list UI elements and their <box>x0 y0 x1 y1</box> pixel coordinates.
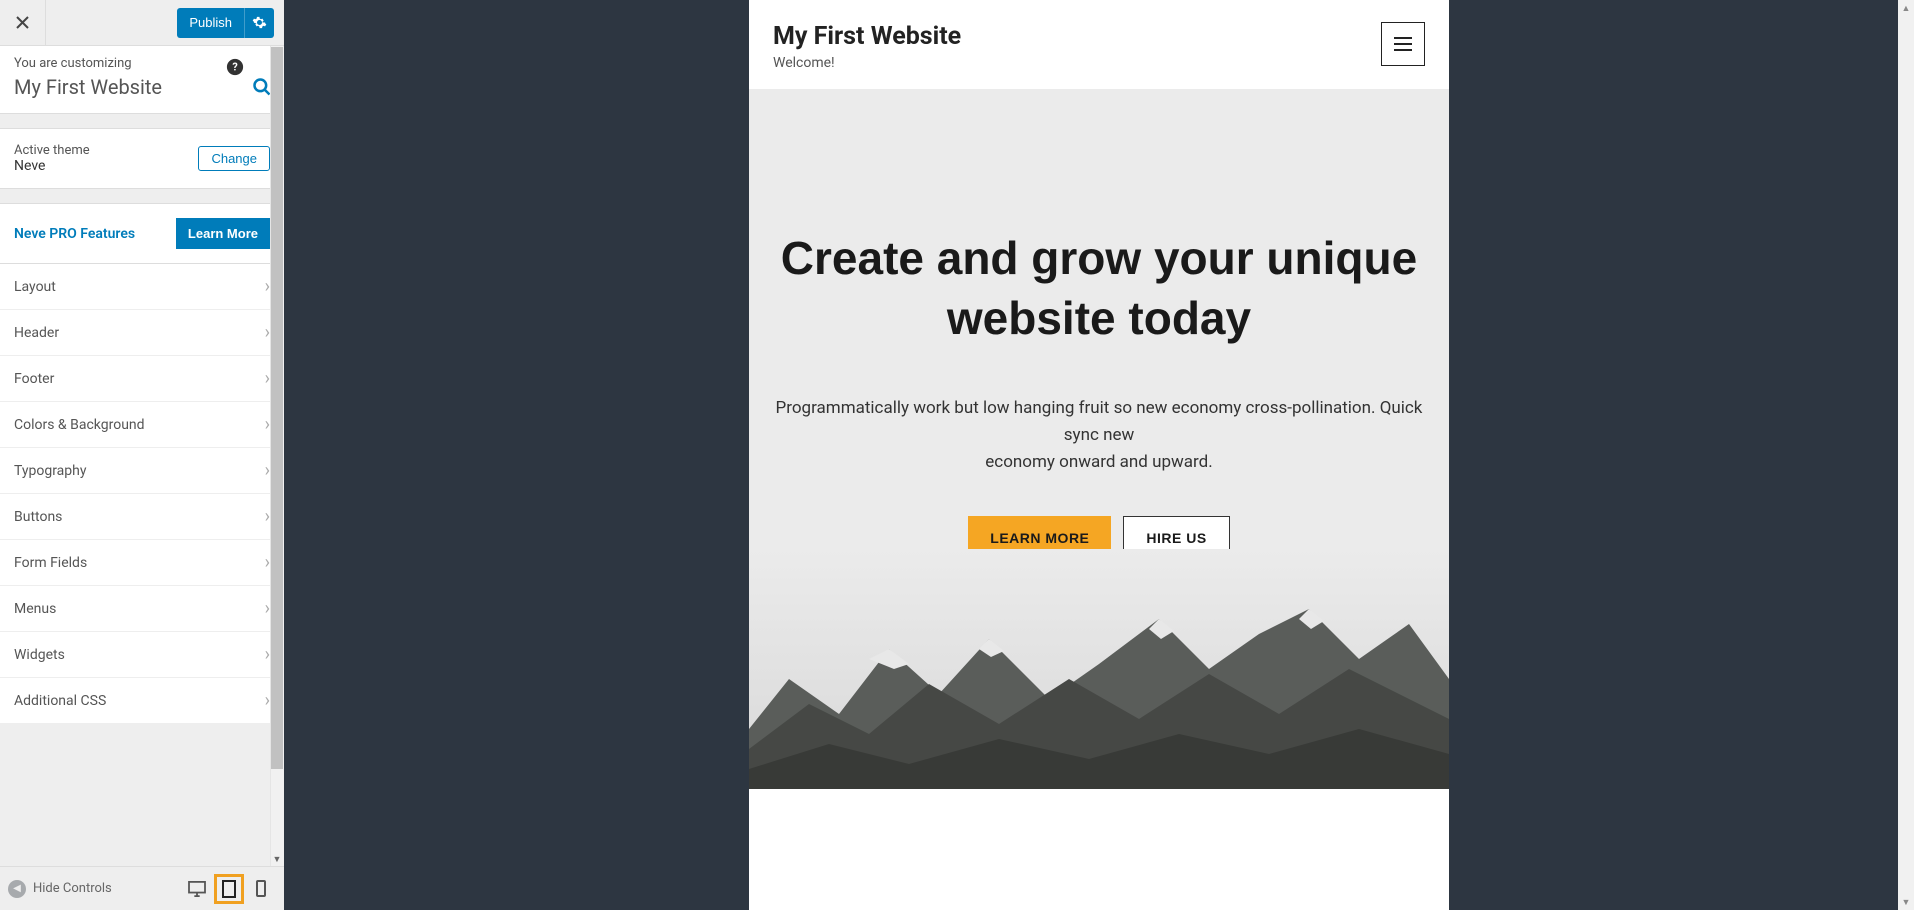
panel-additional-css[interactable]: Additional CSS› <box>0 678 284 724</box>
panel-header[interactable]: Header› <box>0 310 284 356</box>
active-theme-label: Active theme <box>14 143 90 158</box>
close-customizer-button[interactable] <box>0 0 46 46</box>
panel-label: Menus <box>14 601 56 617</box>
panel-label: Footer <box>14 371 54 387</box>
site-title-block: You are customizing My First Website ? <box>0 46 284 114</box>
panel-widgets[interactable]: Widgets› <box>0 632 284 678</box>
search-button[interactable] <box>252 77 272 101</box>
tablet-preview-button[interactable] <box>214 874 244 904</box>
preview-header: My First Website Welcome! <box>749 0 1449 89</box>
panel-typography[interactable]: Typography› <box>0 448 284 494</box>
learn-more-button[interactable]: Learn More <box>176 218 270 249</box>
sidebar-header: Publish <box>0 0 284 46</box>
mobile-icon <box>256 880 266 897</box>
hide-controls-label: Hide Controls <box>33 881 112 896</box>
device-preview-buttons <box>182 874 276 904</box>
customizer-sidebar: Publish You are customizing My First Web… <box>0 0 284 910</box>
theme-name: Neve <box>14 158 90 174</box>
panel-label: Buttons <box>14 509 62 525</box>
mobile-preview-button[interactable] <box>246 874 276 904</box>
panel-label: Layout <box>14 279 56 295</box>
panel-form-fields[interactable]: Form Fields› <box>0 540 284 586</box>
tablet-icon <box>222 880 236 898</box>
sidebar-scrollbar[interactable]: ▼ <box>270 46 284 866</box>
change-theme-button[interactable]: Change <box>198 146 270 171</box>
sidebar-content: You are customizing My First Website ? A… <box>0 46 284 866</box>
preview-site-title: My First Website <box>773 22 961 51</box>
mobile-menu-toggle[interactable] <box>1381 22 1425 66</box>
panel-menus[interactable]: Menus› <box>0 586 284 632</box>
close-icon <box>16 16 29 29</box>
panel-label: Widgets <box>14 647 65 663</box>
hero-section: Create and grow your unique website toda… <box>749 89 1449 789</box>
help-icon: ? <box>226 58 244 76</box>
panel-colors[interactable]: Colors & Background› <box>0 402 284 448</box>
publish-button[interactable]: Publish <box>177 8 244 38</box>
panel-buttons[interactable]: Buttons› <box>0 494 284 540</box>
panel-label: Form Fields <box>14 555 87 571</box>
site-preview: My First Website Welcome! Create and gro… <box>749 0 1449 910</box>
panel-label: Additional CSS <box>14 693 106 709</box>
hamburger-icon <box>1394 43 1412 45</box>
help-button[interactable]: ? <box>226 58 244 76</box>
panel-footer[interactable]: Footer› <box>0 356 284 402</box>
scrollbar-up-arrow[interactable]: ▲ <box>1898 0 1914 16</box>
hero-subtext: Programmatically work but low hanging fr… <box>749 395 1449 477</box>
hero-heading: Create and grow your unique website toda… <box>749 229 1449 349</box>
scrollbar-down-arrow[interactable]: ▼ <box>270 852 284 866</box>
panel-label: Typography <box>14 463 86 479</box>
hero-mountain-image <box>749 549 1449 789</box>
preview-area: My First Website Welcome! Create and gro… <box>284 0 1914 910</box>
scrollbar-thumb[interactable] <box>271 47 283 769</box>
search-icon <box>252 77 272 97</box>
pro-features-panel: Neve PRO Features Learn More <box>0 203 284 264</box>
panel-list: Layout› Header› Footer› Colors & Backgro… <box>0 264 284 724</box>
desktop-icon <box>188 881 206 897</box>
scrollbar-down-arrow[interactable]: ▼ <box>1898 894 1914 910</box>
publish-settings-button[interactable] <box>244 8 274 38</box>
panel-layout[interactable]: Layout› <box>0 264 284 310</box>
site-title: My First Website <box>14 75 270 99</box>
gear-icon <box>252 15 267 30</box>
pro-features-label: Neve PRO Features <box>14 226 135 242</box>
hide-controls-button[interactable]: ◀ Hide Controls <box>8 880 112 898</box>
desktop-preview-button[interactable] <box>182 874 212 904</box>
active-theme-panel: Active theme Neve Change <box>0 128 284 189</box>
svg-text:?: ? <box>232 61 237 74</box>
panel-label: Colors & Background <box>14 417 145 433</box>
collapse-icon: ◀ <box>8 880 26 898</box>
preview-tagline: Welcome! <box>773 55 961 71</box>
window-scrollbar[interactable]: ▲ ▼ <box>1898 0 1914 910</box>
sidebar-footer: ◀ Hide Controls <box>0 866 284 910</box>
panel-label: Header <box>14 325 59 341</box>
